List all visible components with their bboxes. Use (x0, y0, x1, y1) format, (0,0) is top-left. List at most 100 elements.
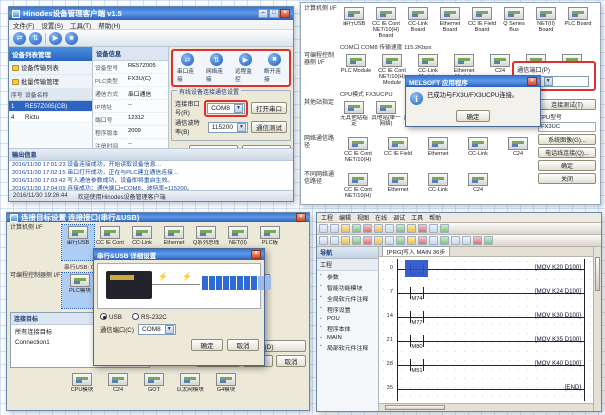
toolbar-icon[interactable] (341, 224, 350, 233)
pc-interface-tile[interactable]: Ethernet Board (434, 6, 466, 41)
toolbar-icon[interactable] (473, 236, 482, 245)
usb-radio[interactable]: USB (100, 313, 122, 321)
project-tree-item[interactable]: 全局软元件注释 (317, 293, 378, 304)
toolbar-icon[interactable] (385, 236, 394, 245)
baud-select[interactable]: 115200 ▼ (208, 122, 248, 133)
route2-tile[interactable]: CC-Link (418, 172, 458, 207)
toolbar-icon[interactable] (319, 224, 328, 233)
ladder-rung[interactable]: 14 M77 MOV K30 D100 (379, 305, 593, 329)
vertical-scrollbar[interactable] (593, 247, 601, 411)
bottom-module-tile[interactable]: C24 (100, 372, 136, 407)
close-icon[interactable]: × (527, 77, 537, 86)
toolbar-icon[interactable] (374, 224, 383, 233)
route-tile[interactable]: CC-Link (458, 136, 498, 171)
connection-mode-button[interactable]: ⇄ 串口连接 (177, 53, 198, 83)
toolbar-icon[interactable] (396, 236, 405, 245)
detail-port-select[interactable]: COM8 ▼ (138, 324, 176, 335)
detail-cancel-button[interactable]: 取消 (227, 339, 259, 351)
toolbar-icon[interactable] (330, 236, 339, 245)
bottom-module-tile[interactable]: G4模块 (208, 372, 244, 407)
detail-ok-button[interactable]: 确定 (191, 339, 223, 351)
toolbar-icon[interactable] (407, 236, 416, 245)
menu-item[interactable]: 工程 (321, 213, 333, 222)
toolbar-icon[interactable] (396, 224, 405, 233)
close-button[interactable]: × (296, 213, 306, 222)
route-tile[interactable]: C24 (498, 136, 538, 171)
ladder-editor[interactable]: 0 M70 MOV K20 D100 7 M74 MOV K24 D100 14 (379, 257, 593, 403)
toolbar-icon[interactable] (429, 236, 438, 245)
route-tile[interactable]: Ethernet (418, 136, 458, 171)
menu-item[interactable]: 视图 (357, 213, 369, 222)
scrollbar-thumb[interactable] (595, 257, 600, 291)
connection-test-button[interactable]: 连接测试(T) (538, 99, 596, 110)
pc-interface-tile[interactable]: 串行USB (62, 225, 94, 260)
menu-item[interactable]: 工具 (411, 213, 423, 222)
close-button[interactable]: × (280, 9, 290, 18)
toolbar-icon[interactable] (407, 224, 416, 233)
route-tile[interactable]: CC IE Cont NET/10(H) (338, 136, 378, 171)
dialog-ok-button[interactable]: 确定 (456, 110, 490, 122)
route-tile[interactable]: CC IE Field (378, 136, 418, 171)
com-port-select[interactable]: COM8 ▼ (207, 103, 245, 114)
toolbar-icon[interactable] (330, 224, 339, 233)
toolbar-icon[interactable] (418, 224, 427, 233)
toolbar-icon[interactable] (319, 236, 328, 245)
toolbar-icon[interactable] (374, 236, 383, 245)
menu-item[interactable]: 设置(S) (41, 20, 63, 30)
log-body[interactable]: 2016/11/30 17:01:23 设备连接成功，开始读取设备信息…2016… (9, 161, 293, 190)
sidebar-item[interactable]: 批量传输管理 (9, 75, 92, 89)
connect-icon[interactable]: ⇄ (13, 32, 26, 45)
sidebar-item[interactable]: 设备传输列表 (9, 61, 92, 75)
toolbar-icon[interactable] (385, 224, 394, 233)
connection-mode-button[interactable]: ⇅ 网络连接 (206, 53, 227, 83)
project-tree-item[interactable]: MAIN (317, 334, 378, 342)
route2-tile[interactable]: CC IE Cont NET/10(H) (338, 172, 378, 207)
toolbar-icon[interactable] (462, 236, 471, 245)
ladder-rung[interactable]: 28 M51 MOV K40 D100 (379, 353, 593, 377)
connection-mode-button[interactable]: ▶ 远程监控 (235, 53, 256, 83)
other-station-tile[interactable]: 其他站(单一网络) (370, 100, 402, 135)
close-icon[interactable]: × (251, 250, 261, 259)
ladder-rung[interactable]: 35 END (379, 377, 593, 401)
title-bar[interactable]: Hinodes设备管理客户端 v1.5 – □ × (9, 7, 293, 20)
toolbar-icon[interactable] (363, 236, 372, 245)
menu-item[interactable]: 调试 (393, 213, 405, 222)
menu-item[interactable]: 编辑 (339, 213, 351, 222)
ok-button[interactable]: 确定 (538, 160, 596, 171)
project-tree-item[interactable]: POU (317, 315, 378, 323)
open-port-button[interactable]: 打开串口 (251, 102, 287, 114)
scrollbar-thumb[interactable] (385, 405, 445, 410)
bottom-module-tile[interactable]: 以太网模块 (172, 372, 208, 407)
plc-interface-tile[interactable]: PLC Module (338, 53, 374, 88)
menu-item[interactable]: 工具(T) (70, 20, 91, 30)
bottom-module-tile[interactable]: GOT (136, 372, 172, 407)
pc-interface-tile[interactable]: CC IE Field Board (466, 6, 498, 41)
monitor-icon[interactable]: ▶ (49, 32, 62, 45)
menu-item[interactable]: 在线 (375, 213, 387, 222)
project-tree-item[interactable]: 程序设置 (317, 304, 378, 315)
pc-interface-tile[interactable]: 串行USB (338, 6, 370, 41)
menu-item[interactable]: 帮助 (429, 213, 441, 222)
network-icon[interactable]: ⇅ (29, 32, 42, 45)
toolbar-icon[interactable] (451, 236, 460, 245)
route2-tile[interactable]: C24 (458, 172, 498, 207)
toolbar-icon[interactable] (352, 236, 361, 245)
project-tree-item[interactable]: 程序本体 (317, 323, 378, 334)
toolbar-icon[interactable] (352, 224, 361, 233)
ladder-rung[interactable]: 21 M80 MOV K35 D100 (379, 329, 593, 353)
horizontal-scrollbar[interactable] (379, 403, 593, 411)
toolbar-icon[interactable] (440, 224, 449, 233)
toolbar-icon[interactable] (440, 236, 449, 245)
device-row[interactable]: 1 RE57Z005(CB) (9, 101, 92, 112)
project-tree-item[interactable]: 局部软元件注释 (317, 342, 378, 353)
dialog-title-bar[interactable]: MELSOFT 应用程序 × (406, 76, 540, 87)
pc-interface-tile[interactable]: CC-Link Board (402, 6, 434, 41)
toolbar-icon[interactable] (418, 236, 427, 245)
project-tree-item[interactable]: 智能功能模块 (317, 282, 378, 293)
close-button[interactable]: 关闭 (538, 173, 596, 184)
device-row[interactable]: 4 Rictu (9, 112, 92, 123)
maximize-button[interactable]: □ (269, 9, 279, 18)
route2-tile[interactable]: Ethernet (378, 172, 418, 207)
toolbar-icon[interactable] (484, 236, 493, 245)
pc-interface-tile[interactable]: CC IE Cont NET/10(H) Board (370, 6, 402, 41)
